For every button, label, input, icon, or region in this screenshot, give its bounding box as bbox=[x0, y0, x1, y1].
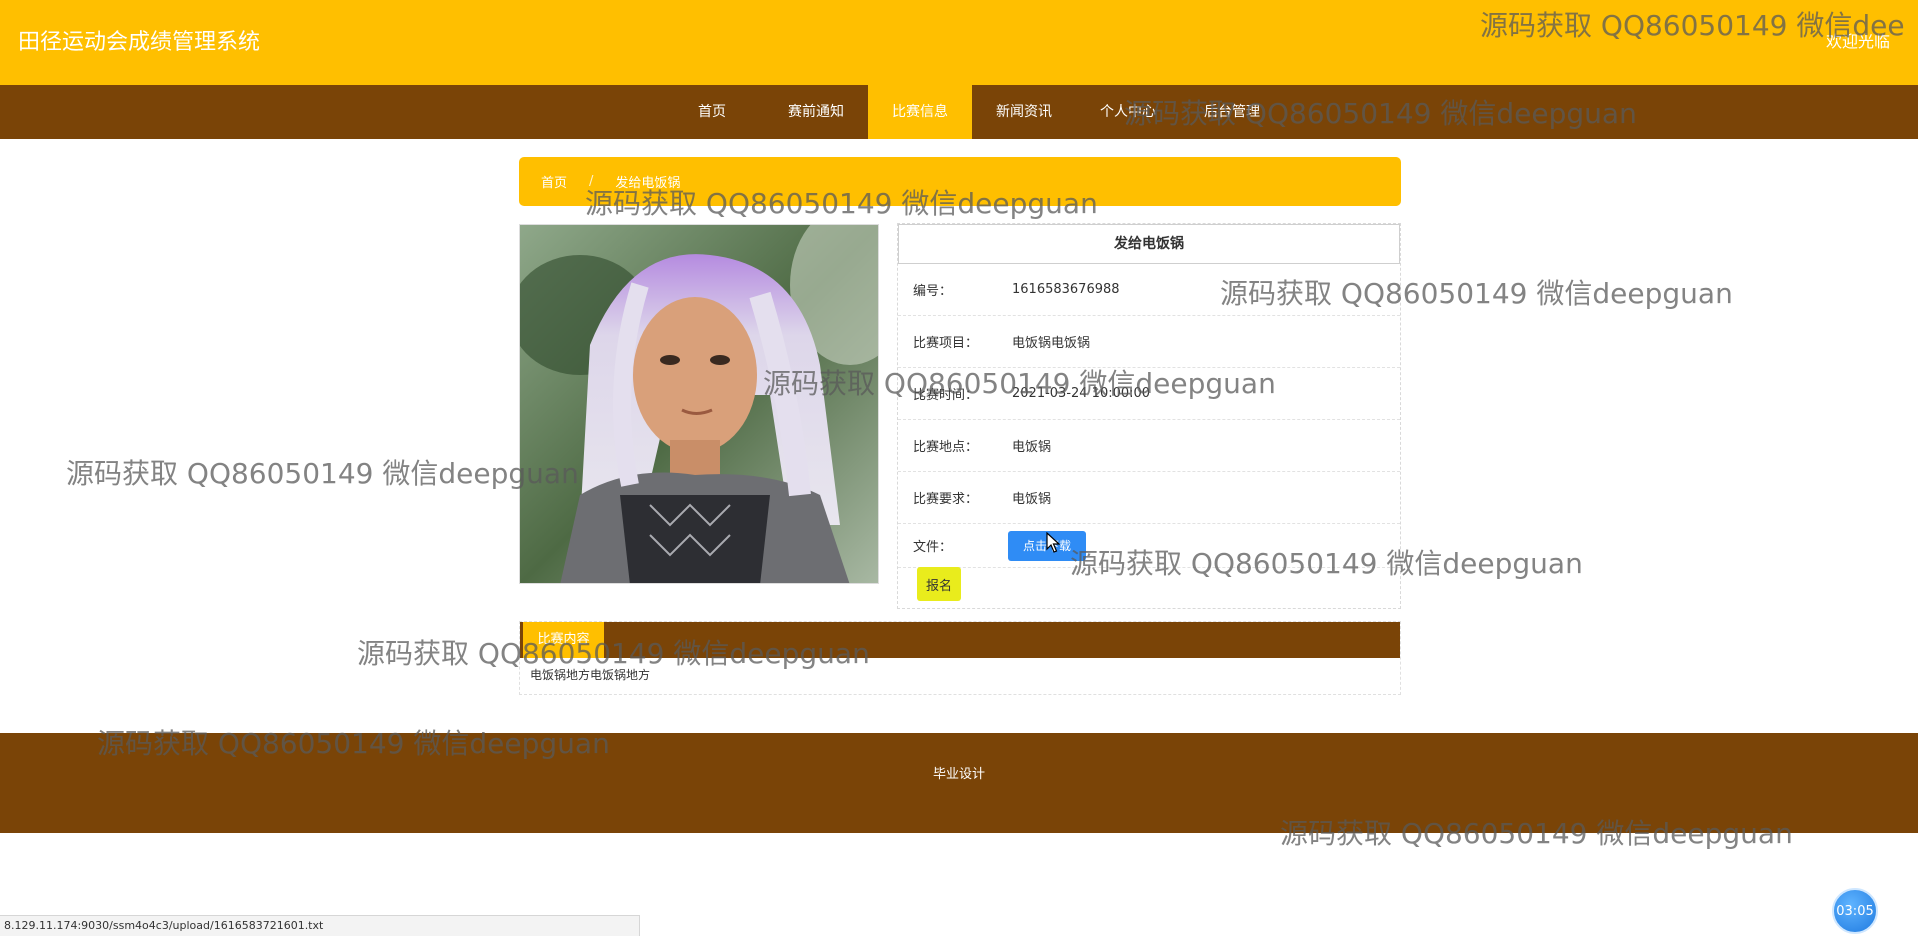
top-header: 田径运动会成绩管理系统 欢迎光临 bbox=[0, 0, 1918, 85]
field-value: 2021-03-24 10:00:00 bbox=[1012, 386, 1151, 401]
field-label: 文件： bbox=[913, 540, 953, 555]
main-nav: 首页 赛前通知 比赛信息 新闻资讯 个人中心 后台管理 bbox=[0, 85, 1918, 139]
detail-row-requirement: 比赛要求： 电饭锅 bbox=[898, 472, 1400, 524]
site-title: 田径运动会成绩管理系统 bbox=[18, 30, 261, 55]
competition-detail-panel: 发给电饭锅 编号： 1616583676988 比赛项目： 电饭锅电饭锅 比赛时… bbox=[897, 223, 1401, 609]
field-label: 比赛时间： bbox=[913, 388, 979, 403]
nav-item-admin[interactable]: 后台管理 bbox=[1180, 85, 1284, 139]
field-label: 比赛项目： bbox=[913, 336, 979, 351]
breadcrumb: 首页 / 发给电饭锅 bbox=[519, 157, 1401, 206]
competition-photo bbox=[519, 224, 879, 584]
breadcrumb-home-link[interactable]: 首页 bbox=[541, 172, 567, 191]
portrait-image bbox=[520, 225, 878, 583]
breadcrumb-current: 发给电饭锅 bbox=[615, 176, 681, 191]
nav-item-news[interactable]: 新闻资讯 bbox=[972, 85, 1076, 139]
mouse-pointer-icon bbox=[1046, 532, 1060, 553]
field-value: 电饭锅 bbox=[1012, 440, 1052, 455]
field-value: 电饭锅电饭锅 bbox=[1012, 336, 1091, 351]
nav-item-home[interactable]: 首页 bbox=[660, 85, 764, 139]
field-label: 编号： bbox=[913, 284, 953, 299]
detail-row-event: 比赛项目： 电饭锅电饭锅 bbox=[898, 316, 1400, 368]
breadcrumb-separator: / bbox=[589, 174, 594, 189]
browser-status-url: 8.129.11.174:9030/ssm4o4c3/upload/161658… bbox=[0, 915, 640, 936]
tab-content[interactable]: 比赛内容 bbox=[523, 622, 604, 658]
detail-title: 发给电饭锅 bbox=[898, 224, 1400, 264]
signup-button[interactable]: 报名 bbox=[917, 567, 961, 601]
field-value: 电饭锅 bbox=[1012, 492, 1052, 507]
content-text: 电饭锅地方电饭锅地方 bbox=[530, 668, 651, 682]
nav-item-notice[interactable]: 赛前通知 bbox=[764, 85, 868, 139]
detail-row-file: 文件： 点击下载 bbox=[898, 524, 1400, 568]
competition-content-section: 比赛内容 电饭锅地方电饭锅地方 bbox=[519, 621, 1401, 695]
detail-row-time: 比赛时间： 2021-03-24 10:00:00 bbox=[898, 368, 1400, 420]
field-value: 1616583676988 bbox=[1012, 282, 1120, 297]
field-label: 比赛地点： bbox=[913, 440, 979, 455]
detail-row-location: 比赛地点： 电饭锅 bbox=[898, 420, 1400, 472]
footer-text: 毕业设计 bbox=[932, 767, 985, 782]
content-tab-bar: 比赛内容 bbox=[520, 622, 1400, 658]
nav-item-profile[interactable]: 个人中心 bbox=[1076, 85, 1180, 139]
welcome-text: 欢迎光临 bbox=[1825, 32, 1890, 51]
nav-item-competition[interactable]: 比赛信息 bbox=[868, 85, 972, 139]
page-footer: 毕业设计 bbox=[0, 733, 1918, 833]
timer-badge[interactable]: 03:05 bbox=[1832, 888, 1878, 934]
field-label: 比赛要求： bbox=[913, 492, 979, 507]
watermark-text: 源码获取 QQ86050149 微信deepguan bbox=[66, 457, 579, 490]
detail-row-id: 编号： 1616583676988 bbox=[898, 264, 1400, 316]
